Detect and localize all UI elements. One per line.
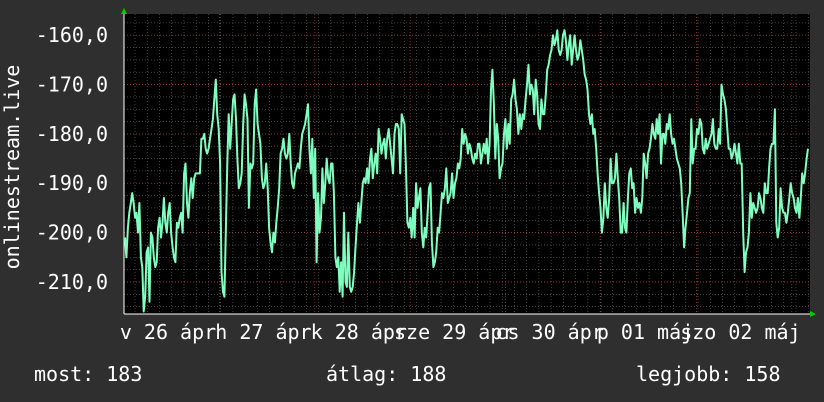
y-tick-label: -160,0 bbox=[36, 23, 108, 47]
y-tick-label: -180,0 bbox=[36, 122, 108, 146]
chart: -160,0 -170,0 -180,0 -190,0 -200,0 -210,0 v 2… bbox=[36, 8, 816, 344]
stat-best: legjobb: 158 bbox=[636, 362, 781, 386]
stat-average: átlag: 188 bbox=[326, 362, 447, 386]
stat-current: most: 183 bbox=[34, 362, 143, 386]
x-tick-label: cs 30 ápr bbox=[495, 320, 603, 344]
x-tick-label: v 26 ápr bbox=[120, 320, 216, 344]
y-tick-label: -190,0 bbox=[36, 171, 108, 195]
y-axis-arrow-icon bbox=[121, 8, 127, 14]
x-axis-arrow-icon bbox=[810, 311, 816, 317]
x-tick-label: szo 02 máj bbox=[680, 320, 800, 344]
y-tick-label: -210,0 bbox=[36, 270, 108, 294]
x-tick-label: k 28 ápr bbox=[311, 320, 407, 344]
x-tick-label: p 01 máj bbox=[597, 320, 693, 344]
x-tick-label: h 27 ápr bbox=[215, 320, 311, 344]
y-axis-label: onlinestream.live bbox=[0, 64, 24, 270]
y-tick-label: -200,0 bbox=[36, 221, 108, 245]
y-tick-label: -170,0 bbox=[36, 73, 108, 97]
